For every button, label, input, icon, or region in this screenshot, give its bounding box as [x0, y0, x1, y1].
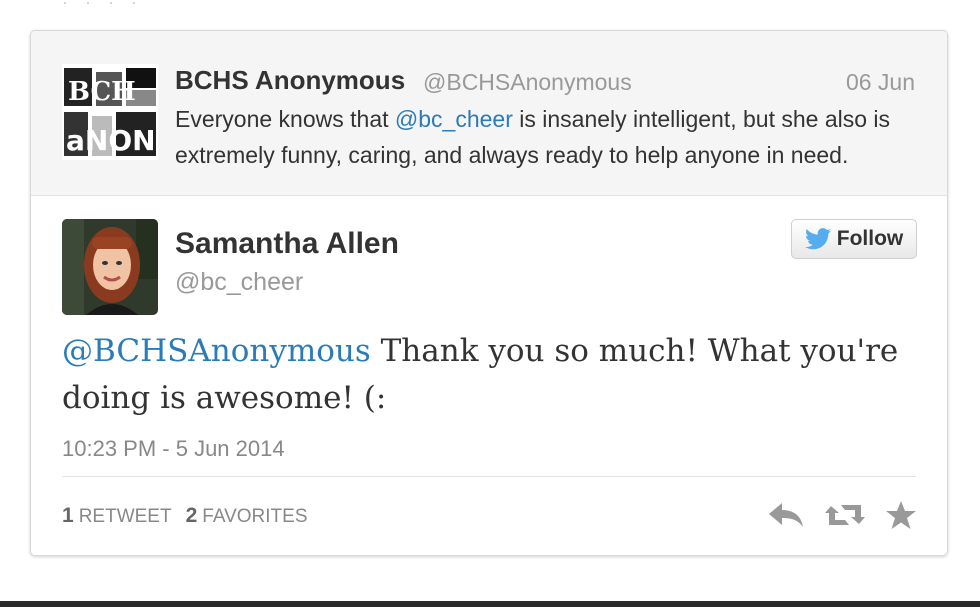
in-reply-to-tweet[interactable]: BCH aNON BCHS Anonymous @BCHSAnonymous 0…: [31, 31, 947, 196]
parent-author-handle[interactable]: @BCHSAnonymous: [423, 69, 632, 96]
divider: [62, 476, 916, 477]
author-name[interactable]: Samantha Allen: [175, 227, 399, 261]
follow-button-label: Follow: [836, 227, 904, 250]
avatar-logo-text-top: BCH: [68, 77, 136, 107]
tweet-text: @BCHSAnonymous Thank you so much! What y…: [62, 328, 922, 422]
embedded-tweet-card: BCH aNON BCHS Anonymous @BCHSAnonymous 0…: [30, 30, 948, 556]
retweet-icon[interactable]: [825, 500, 865, 530]
scroll-dots-decoration: · · · ·: [62, 0, 143, 12]
bchs-anonymous-avatar[interactable]: BCH aNON: [62, 64, 158, 160]
twitter-bird-icon: [804, 228, 831, 250]
author-photo: [62, 219, 158, 315]
parent-text-before: Everyone knows that: [175, 106, 395, 132]
tweet-actions: [767, 500, 917, 530]
favorites-count: 2: [185, 504, 198, 527]
tweet-mention-link[interactable]: @BCHSAnonymous: [62, 333, 371, 369]
author-handle[interactable]: @bc_cheer: [175, 268, 303, 297]
parent-mention-link[interactable]: @bc_cheer: [395, 106, 513, 132]
avatar-logo-text-bottom: aNON: [66, 124, 156, 157]
author-avatar[interactable]: [62, 219, 158, 315]
favorites-stat[interactable]: 2 Favorites: [186, 504, 308, 528]
parent-author-name[interactable]: BCHS Anonymous: [175, 65, 405, 96]
retweet-count: 1: [62, 504, 74, 527]
favorite-star-icon[interactable]: [885, 500, 917, 530]
follow-button[interactable]: Follow: [791, 219, 917, 259]
tweet-stats: 1 Retweet 2 Favorites: [62, 504, 308, 528]
tweet-timestamp[interactable]: 10:23 PM - 5 Jun 2014: [62, 436, 285, 462]
bottom-bar: [0, 601, 980, 607]
retweet-stat[interactable]: 1 Retweet: [62, 504, 172, 528]
favorites-label: Favorites: [202, 506, 308, 527]
retweet-label: Retweet: [78, 506, 172, 527]
reply-icon[interactable]: [767, 500, 805, 530]
parent-tweet-date[interactable]: 06 Jun: [846, 69, 915, 96]
parent-tweet-text: Everyone knows that @bc_cheer is insanel…: [175, 101, 920, 173]
